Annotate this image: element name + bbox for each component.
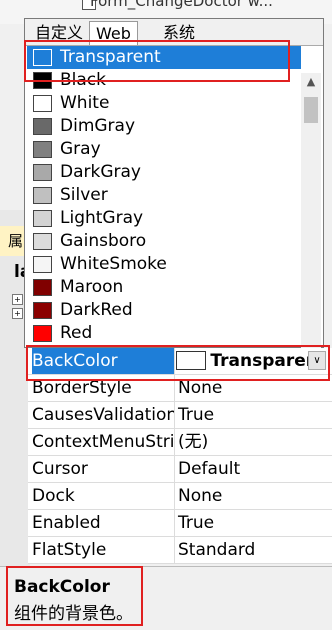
property-row[interactable]: Dock None [28, 483, 332, 510]
property-value[interactable]: Default [178, 456, 240, 482]
background-form-title: Form_ChangeDoctor w... [90, 0, 273, 10]
color-list-scrollbar[interactable]: ▲ ▼ [301, 73, 321, 363]
column-divider [174, 537, 175, 563]
property-row[interactable]: Cursor Default [28, 456, 332, 483]
color-item[interactable]: DimGray [27, 115, 301, 138]
color-swatch [33, 95, 52, 112]
color-item[interactable]: Silver [27, 184, 301, 207]
property-row[interactable]: Enabled True [28, 510, 332, 537]
color-name: Gray [60, 139, 101, 159]
highlight-description [6, 566, 143, 626]
column-divider [174, 456, 175, 482]
property-name: ContextMenuStrip [32, 432, 174, 452]
color-swatch [33, 141, 52, 158]
color-name: DarkRed [60, 300, 133, 320]
property-name: FlatStyle [32, 540, 107, 560]
color-item[interactable]: LightGray [27, 207, 301, 230]
color-item[interactable]: White [27, 92, 301, 115]
color-name: Red [60, 323, 93, 343]
color-item[interactable]: Maroon [27, 276, 301, 299]
color-name: Maroon [60, 277, 124, 297]
expand-icon[interactable]: + [12, 308, 23, 319]
property-value[interactable]: Standard [178, 537, 255, 563]
highlight-backcolor [26, 345, 330, 381]
properties-panel-header: 属 [0, 226, 24, 256]
column-divider [174, 510, 175, 536]
color-list: Transparent Black White DimGray Gray DarkGray… [27, 46, 301, 345]
color-item[interactable]: DarkGray [27, 161, 301, 184]
property-value[interactable]: True [178, 402, 214, 428]
color-swatch [33, 256, 52, 273]
color-name: WhiteSmoke [60, 254, 167, 274]
property-row[interactable]: ContextMenuStrip (无) [28, 429, 332, 456]
color-swatch [33, 164, 52, 181]
color-item[interactable]: WhiteSmoke [27, 253, 301, 276]
color-name: White [60, 93, 110, 113]
color-swatch [33, 279, 52, 296]
property-row[interactable]: CausesValidation True [28, 402, 332, 429]
color-swatch [33, 187, 52, 204]
color-item[interactable]: Gainsboro [27, 230, 301, 253]
color-swatch [33, 210, 52, 227]
color-swatch [33, 118, 52, 135]
highlight-transparent [24, 40, 290, 82]
color-item[interactable]: DarkRed [27, 299, 301, 322]
property-name: CausesValidation [32, 405, 174, 425]
scrollbar-thumb[interactable] [304, 97, 318, 123]
property-value[interactable]: True [178, 510, 214, 536]
color-swatch [33, 325, 52, 342]
property-name: Dock [32, 486, 75, 506]
color-name: LightGray [60, 208, 144, 228]
column-divider [174, 483, 175, 509]
color-swatch [33, 233, 52, 250]
column-divider [174, 402, 175, 428]
property-name: Enabled [32, 513, 101, 533]
color-swatch [33, 302, 52, 319]
property-row[interactable]: FlatStyle Standard [28, 537, 332, 564]
color-name: DarkGray [60, 162, 141, 182]
color-name: Silver [60, 185, 108, 205]
property-value[interactable]: (无) [178, 429, 208, 455]
property-name: Cursor [32, 459, 88, 479]
property-value[interactable]: None [178, 483, 222, 509]
scroll-up-icon[interactable]: ▲ [304, 75, 318, 89]
color-name: DimGray [60, 116, 136, 136]
color-item[interactable]: Red [27, 322, 301, 345]
color-name: Gainsboro [60, 231, 147, 251]
color-item[interactable]: Gray [27, 138, 301, 161]
expand-icon[interactable]: + [12, 294, 23, 305]
column-divider [174, 429, 175, 455]
